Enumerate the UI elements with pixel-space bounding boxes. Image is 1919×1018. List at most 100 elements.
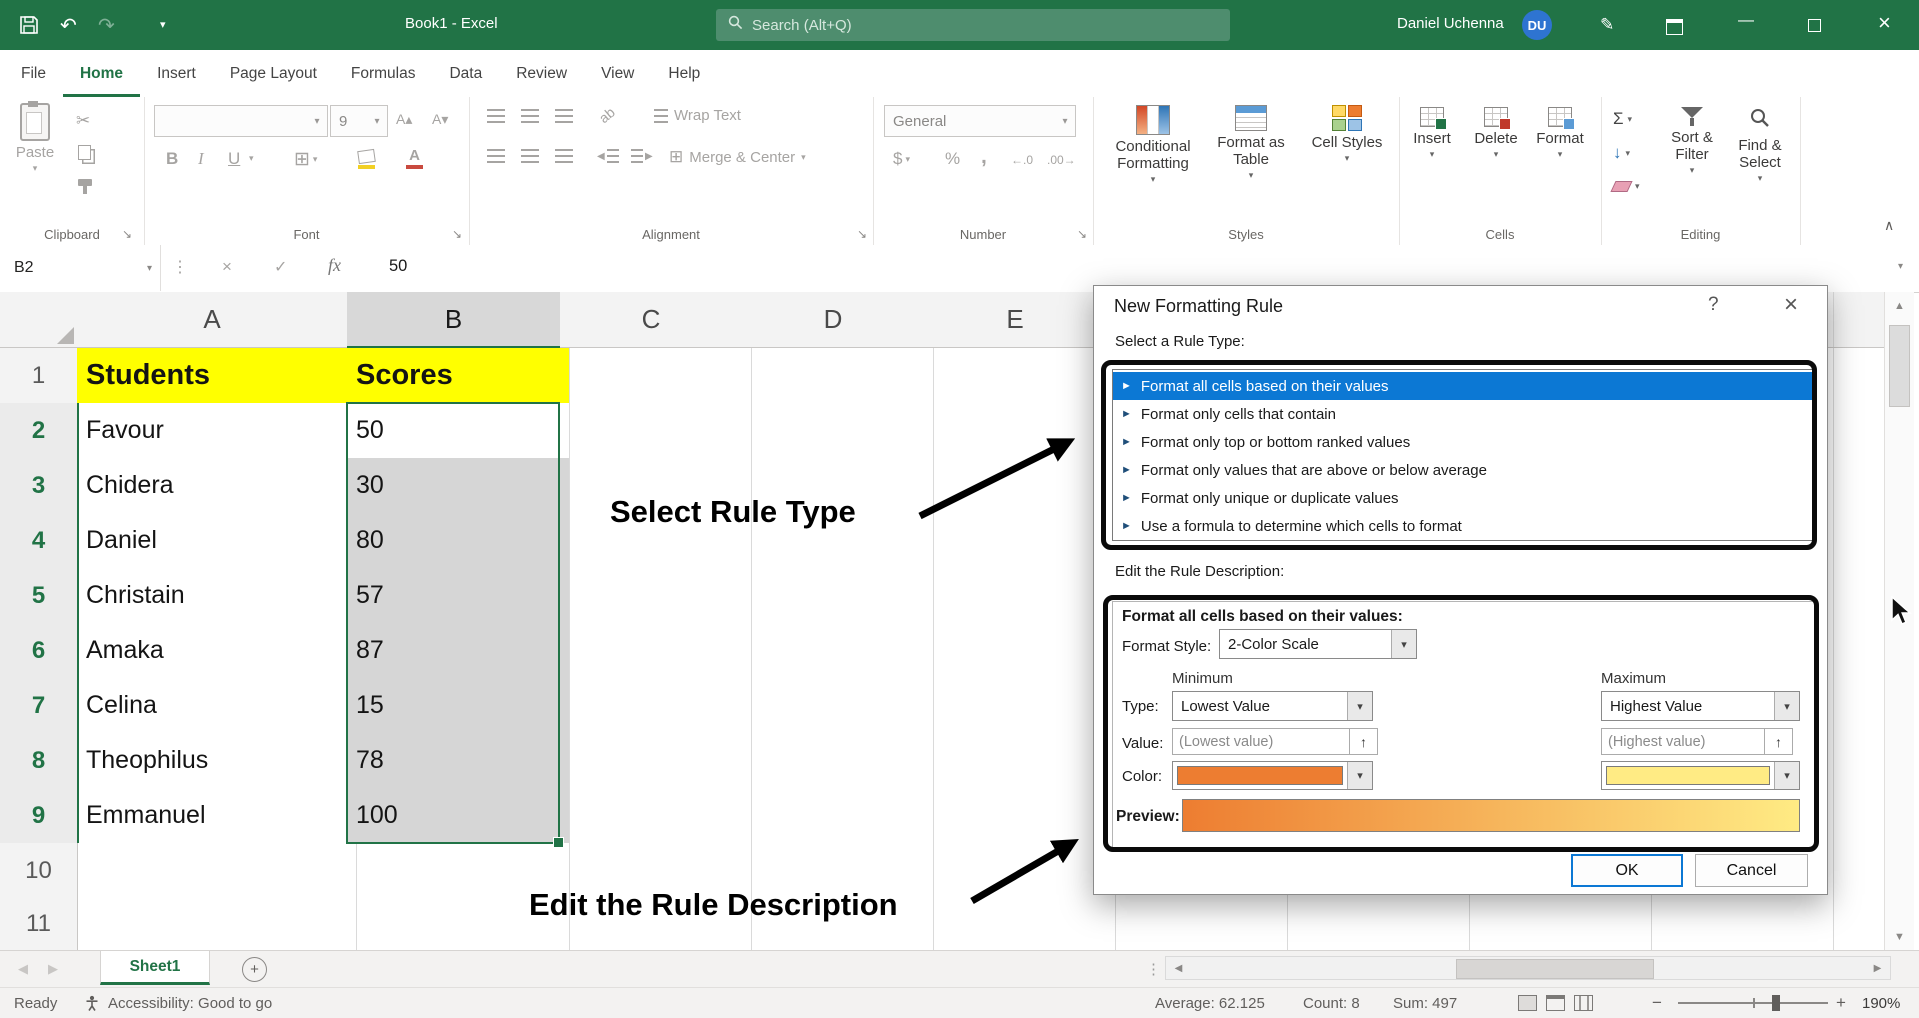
accessibility-status[interactable]: Accessibility: Good to go	[108, 995, 272, 1012]
bold-button[interactable]: B	[166, 149, 178, 169]
type-max-dropdown[interactable]: Highest Value ▾	[1601, 691, 1800, 721]
sort-filter-button[interactable]: Sort & Filter ▾	[1659, 107, 1725, 174]
borders-button[interactable]: ⊞▾	[294, 148, 317, 171]
color-min-dropdown[interactable]: ▾	[1172, 761, 1373, 790]
sheet-nav-next-icon[interactable]: ▶	[48, 961, 58, 977]
wrap-text-button[interactable]: Wrap Text	[654, 107, 741, 124]
cell-D7[interactable]	[742, 678, 934, 733]
tab-review[interactable]: Review	[499, 50, 584, 97]
cell-B1[interactable]: Scores	[347, 348, 570, 403]
cell-A8[interactable]: Theophilus	[77, 733, 357, 788]
align-left-button[interactable]	[487, 149, 505, 163]
tab-page-layout[interactable]: Page Layout	[213, 50, 334, 97]
zoom-level[interactable]: 190%	[1862, 995, 1900, 1012]
cell-C9[interactable]	[560, 788, 752, 843]
redo-button[interactable]: ↷	[98, 13, 115, 38]
cell-E5[interactable]	[924, 568, 1116, 623]
format-painter-button[interactable]	[78, 179, 92, 194]
cell-A5[interactable]: Christain	[77, 568, 357, 623]
autosum-button[interactable]: Σ▾	[1613, 109, 1632, 129]
minimize-button[interactable]: —	[1738, 12, 1754, 30]
color-max-dropdown[interactable]: ▾	[1601, 761, 1800, 790]
scrollbar-grip-icon[interactable]: ⋮	[1146, 960, 1161, 978]
cell-B4[interactable]: 80	[347, 513, 570, 568]
cell-B7[interactable]: 15	[347, 678, 570, 733]
scroll-up-button[interactable]: ▲	[1885, 292, 1914, 319]
row-header-8[interactable]: 8	[0, 733, 79, 788]
account-name[interactable]: Daniel Uchenna	[1397, 15, 1504, 32]
view-page-break-button[interactable]	[1574, 995, 1593, 1011]
cell-D6[interactable]	[742, 623, 934, 678]
cell-A1[interactable]: Students	[77, 348, 357, 403]
cell-E9[interactable]	[924, 788, 1116, 843]
cell-D9[interactable]	[742, 788, 934, 843]
formula-bar-expand-icon[interactable]: ▾	[1898, 261, 1903, 272]
zoom-out-button[interactable]: −	[1652, 993, 1662, 1013]
qat-customize-chevron[interactable]: ▾	[160, 18, 166, 31]
grow-font-button[interactable]: A▴	[396, 111, 412, 128]
insert-cells-button[interactable]: Insert ▾	[1401, 107, 1463, 158]
insert-function-button[interactable]: fx	[328, 255, 341, 276]
cell-E3[interactable]	[924, 458, 1116, 513]
cell-B6[interactable]: 87	[347, 623, 570, 678]
fill-button[interactable]: ↓▾	[1613, 143, 1630, 163]
cell-A7[interactable]: Celina	[77, 678, 357, 733]
clipboard-dialog-launcher[interactable]: ↘	[122, 228, 132, 240]
tab-help[interactable]: Help	[651, 50, 717, 97]
cell-B5[interactable]: 57	[347, 568, 570, 623]
editing-pen-icon[interactable]: ✎	[1600, 15, 1614, 35]
vertical-scroll-thumb[interactable]	[1889, 325, 1910, 407]
column-header-C[interactable]: C	[560, 292, 743, 348]
view-page-layout-button[interactable]	[1546, 995, 1565, 1011]
collapse-ribbon-button[interactable]: ∧	[1884, 217, 1894, 234]
orientation-button[interactable]: ab	[596, 104, 618, 126]
rule-item-0[interactable]: ►Format all cells based on their values	[1113, 372, 1813, 400]
increase-indent-button[interactable]: ▶	[631, 149, 653, 163]
cell-D1[interactable]	[742, 348, 934, 403]
row-header-7[interactable]: 7	[0, 678, 79, 733]
cell-E1[interactable]	[924, 348, 1116, 403]
zoom-in-button[interactable]: +	[1836, 993, 1846, 1013]
hscroll-left-button[interactable]: ◀	[1166, 957, 1191, 979]
formula-bar-value[interactable]: 50	[389, 257, 407, 276]
avatar[interactable]: DU	[1522, 10, 1552, 40]
tab-insert[interactable]: Insert	[140, 50, 213, 97]
cell-C1[interactable]	[560, 348, 752, 403]
status-sum[interactable]: Sum: 497	[1393, 995, 1457, 1012]
cell-E10[interactable]	[924, 843, 1116, 898]
column-header-B[interactable]: B	[347, 292, 561, 348]
font-size-combo[interactable]: 9 ▾	[330, 105, 388, 137]
align-center-button[interactable]	[521, 149, 539, 163]
value-min-input[interactable]	[1172, 728, 1350, 755]
cell-D5[interactable]	[742, 568, 934, 623]
cell-E6[interactable]	[924, 623, 1116, 678]
dialog-help-icon[interactable]: ?	[1708, 294, 1719, 316]
underline-chevron-icon[interactable]: ▾	[249, 153, 254, 164]
align-bottom-button[interactable]	[555, 109, 573, 123]
column-header-D[interactable]: D	[742, 292, 925, 348]
number-dialog-launcher[interactable]: ↘	[1077, 228, 1087, 240]
close-button[interactable]: ×	[1878, 10, 1891, 36]
delete-cells-button[interactable]: Delete ▾	[1465, 107, 1527, 158]
select-all-corner[interactable]	[0, 292, 78, 348]
undo-button[interactable]: ↶	[60, 13, 77, 38]
tab-data[interactable]: Data	[432, 50, 499, 97]
align-top-button[interactable]	[487, 109, 505, 123]
cell-C6[interactable]	[560, 623, 752, 678]
cell-E8[interactable]	[924, 733, 1116, 788]
rule-item-1[interactable]: ►Format only cells that contain	[1113, 400, 1813, 428]
sheet-nav-prev-icon[interactable]: ◀	[18, 961, 28, 977]
align-right-button[interactable]	[555, 149, 573, 163]
formula-cancel-button[interactable]: ×	[222, 257, 232, 277]
cell-C8[interactable]	[560, 733, 752, 788]
cell-C5[interactable]	[560, 568, 752, 623]
row-header-2[interactable]: 2	[0, 403, 79, 458]
value-max-range-button[interactable]: ↑	[1764, 728, 1793, 755]
type-min-dropdown[interactable]: Lowest Value ▾	[1172, 691, 1373, 721]
cell-A4[interactable]: Daniel	[77, 513, 357, 568]
cell-E11[interactable]	[924, 898, 1116, 950]
tab-file[interactable]: File	[4, 50, 63, 97]
dialog-close-icon[interactable]: ×	[1784, 291, 1798, 319]
cell-A6[interactable]: Amaka	[77, 623, 357, 678]
row-header-3[interactable]: 3	[0, 458, 79, 513]
